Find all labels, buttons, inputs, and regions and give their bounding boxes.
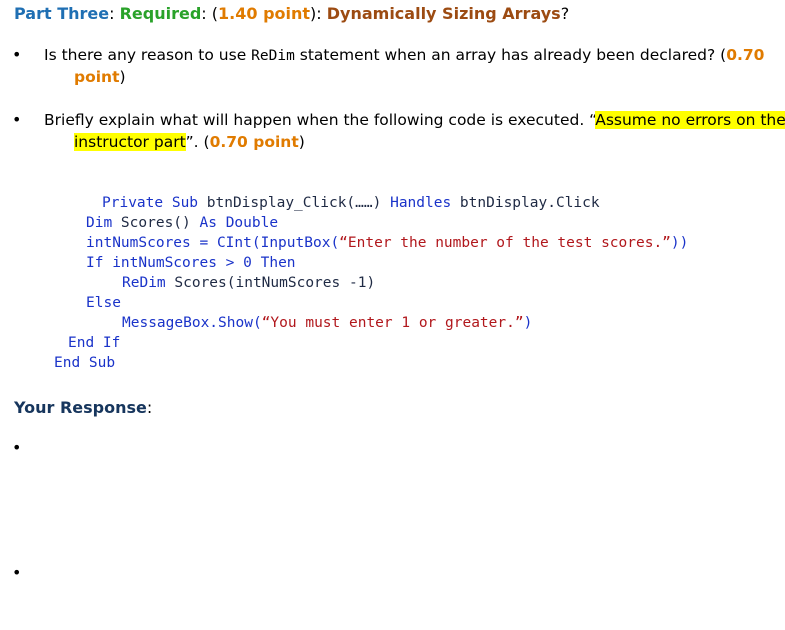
code-line: Else (86, 295, 121, 311)
response-heading: Your Response: (14, 398, 153, 417)
question-1-points: 0.70 (726, 46, 765, 64)
code-line: End Sub (54, 355, 116, 371)
question-2-points: 0.70 point (209, 133, 299, 151)
response-bullet: • (12, 563, 22, 582)
bullet-icon: • (12, 45, 22, 64)
code-line: Private Sub btnDisplay_Click(……) Handles… (102, 195, 600, 211)
response-label: Your Response (14, 398, 147, 417)
code-line: ReDim Scores(intNumScores -1) (122, 275, 376, 291)
highlight-text: instructor part (74, 133, 186, 151)
question-1: Is there any reason to use ReDim stateme… (44, 46, 765, 64)
code-line: If intNumScores > 0 Then (86, 255, 296, 271)
question-1-cont: point) (74, 68, 126, 86)
response-bullet: • (12, 438, 22, 457)
code-line: intNumScores = CInt(InputBox(“Enter the … (86, 235, 689, 251)
question-2: Briefly explain what will happen when th… (44, 111, 785, 129)
question-2-cont: instructor part”. (0.70 point) (74, 133, 305, 151)
code-line: End If (68, 335, 121, 351)
code-line: MessageBox.Show(“You must enter 1 or gre… (122, 315, 533, 331)
redim-keyword: ReDim (251, 48, 295, 64)
highlight-text: Assume no errors on the (595, 111, 785, 129)
code-line: Dim Scores() As Double (86, 215, 279, 231)
part-label: Part Three (14, 4, 110, 23)
points-label: 1.40 point (218, 4, 311, 23)
section-heading: Part Three: Required: (1.40 point): Dyna… (14, 4, 570, 23)
required-label: Required (119, 4, 202, 23)
topic-title: Dynamically Sizing Arrays (326, 4, 561, 23)
bullet-icon: • (12, 110, 22, 129)
